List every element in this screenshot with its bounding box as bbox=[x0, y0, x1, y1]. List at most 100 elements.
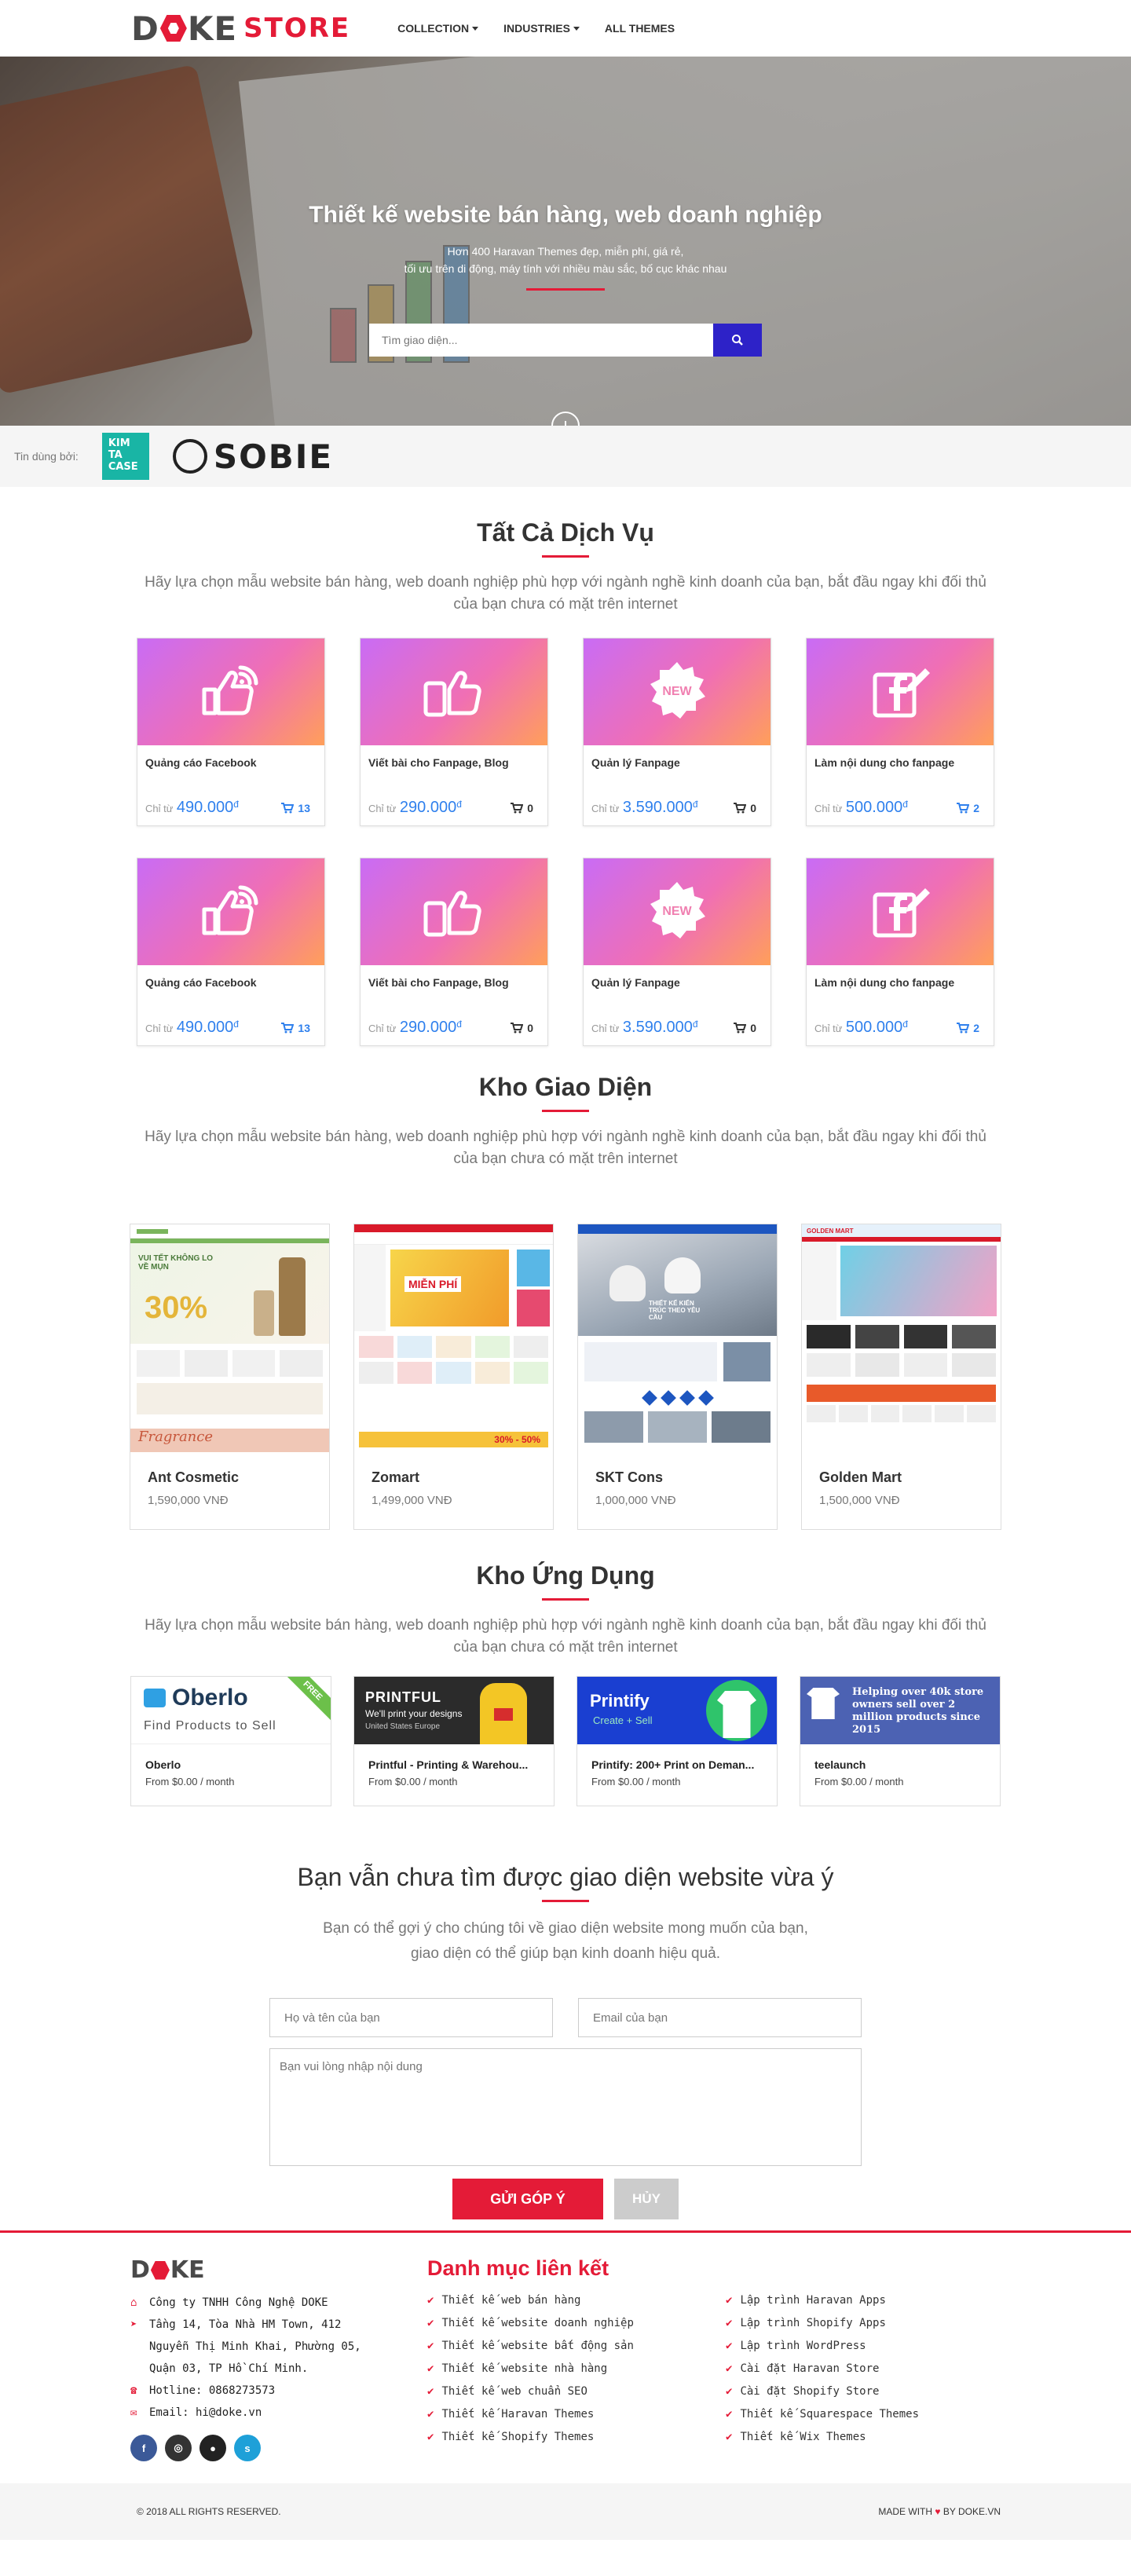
app-price: From $0.00 / month bbox=[368, 1776, 458, 1787]
app-card[interactable]: PRINTFUL We'll print your designs United… bbox=[353, 1676, 555, 1806]
theme-thumbnail: THIẾT KẾ KIẾN TRÚC THEO YÊU CẦU bbox=[578, 1224, 777, 1452]
nav-all-themes[interactable]: ALL THEMES bbox=[605, 22, 675, 35]
cart-count-value: 0 bbox=[527, 1021, 533, 1034]
facebook-icon[interactable]: f bbox=[130, 2435, 157, 2461]
cart-count[interactable]: 0 bbox=[511, 1022, 533, 1034]
cart-icon bbox=[957, 1022, 970, 1033]
service-footer: Chỉ từ 490.000đ 13 bbox=[137, 791, 324, 817]
footer-link[interactable]: ✔ Thiết kế website doanh nghiệp bbox=[427, 2314, 726, 2333]
skype-icon[interactable]: s bbox=[234, 2435, 261, 2461]
app-price: From $0.00 / month bbox=[145, 1776, 235, 1787]
check-icon: ✔ bbox=[726, 2431, 733, 2443]
footer-logo[interactable]: D KE bbox=[130, 2256, 427, 2284]
footer-link[interactable]: ✔ Lập trình Haravan Apps bbox=[726, 2292, 961, 2310]
price-prefix: Chỉ từ bbox=[591, 1023, 620, 1034]
price-prefix: Chỉ từ bbox=[368, 1023, 397, 1034]
footer-link[interactable]: ✔ Thiết kế web chuẩn SEO bbox=[427, 2383, 726, 2401]
service-footer: Chỉ từ 3.590.000đ 0 bbox=[584, 1011, 770, 1037]
email-field[interactable] bbox=[578, 1998, 862, 2037]
cart-count-value: 2 bbox=[973, 801, 979, 814]
services-title: Tất Cả Dịch Vụ bbox=[477, 518, 654, 547]
search-input[interactable] bbox=[369, 324, 713, 357]
service-card[interactable]: Làm nội dung cho fanpage Chỉ từ 500.000đ 2 bbox=[806, 858, 994, 1046]
app-card[interactable]: Oberlo Find Products to Sell FREE Oberlo… bbox=[130, 1676, 331, 1806]
footer-link[interactable]: ✔ Cài đặt Shopify Store bbox=[726, 2383, 961, 2401]
app-banner: Helping over 40k store owners sell over … bbox=[800, 1677, 1000, 1744]
check-icon: ✔ bbox=[427, 2340, 434, 2352]
footer-link-label: Thiết kế Squarespace Themes bbox=[740, 2408, 920, 2420]
footer-link[interactable]: ✔ Thiết kế Haravan Themes bbox=[427, 2406, 726, 2424]
footer-email[interactable]: Email: hi@doke.vn bbox=[149, 2402, 262, 2424]
services-section: Tất Cả Dịch Vụ Hãy lựa chọn mẫu website … bbox=[0, 487, 1131, 1046]
theme-card[interactable]: MIỄN PHÍ 30% - 50% Zomart 1,499,000 VNĐ bbox=[353, 1224, 554, 1530]
footer-link[interactable]: ✔ Thiết kế website nhà hàng bbox=[427, 2360, 726, 2378]
cart-count[interactable]: 2 bbox=[957, 1022, 979, 1034]
submit-feedback-button[interactable]: GỬI GÓP Ý bbox=[452, 2179, 603, 2219]
cart-count[interactable]: 0 bbox=[511, 802, 533, 814]
service-card[interactable]: Viết bài cho Fanpage, Blog Chỉ từ 290.000… bbox=[360, 858, 548, 1046]
theme-card[interactable]: GOLDEN MART Golden Mart 1,500,000 VNĐ bbox=[801, 1224, 1001, 1530]
feedback-divider bbox=[542, 1900, 589, 1902]
footer-hotline[interactable]: Hotline: 0868273573 bbox=[149, 2380, 275, 2402]
service-card[interactable]: Viết bài cho Fanpage, Blog Chỉ từ 290.000… bbox=[360, 638, 548, 826]
footer-link-label: Lập trình WordPress bbox=[740, 2340, 866, 2352]
footer-link[interactable]: ✔ Thiết kế website bất động sản bbox=[427, 2337, 726, 2355]
service-price: Chỉ từ 3.590.000đ bbox=[591, 799, 698, 817]
app-name: Printify: 200+ Print on Deman... bbox=[591, 1758, 755, 1771]
cart-count[interactable]: 0 bbox=[734, 1022, 756, 1034]
search-button[interactable] bbox=[713, 324, 762, 357]
service-card[interactable]: NEW Quản lý Fanpage Chỉ từ 3.590.000đ 0 bbox=[583, 858, 771, 1046]
footer-link[interactable]: ✔ Thiết kế Squarespace Themes bbox=[726, 2406, 961, 2424]
theme-name: Zomart bbox=[372, 1469, 420, 1485]
service-name: Viết bài cho Fanpage, Blog bbox=[368, 976, 509, 989]
hero-banner: Thiết kế website bán hàng, web doanh ngh… bbox=[0, 57, 1131, 426]
cart-count[interactable]: 13 bbox=[281, 1022, 310, 1034]
cart-count[interactable]: 13 bbox=[281, 802, 310, 814]
new-badge-icon: NEW bbox=[646, 879, 708, 946]
service-footer: Chỉ từ 490.000đ 13 bbox=[137, 1011, 324, 1037]
cart-count[interactable]: 2 bbox=[957, 802, 979, 814]
service-card[interactable]: Làm nội dung cho fanpage Chỉ từ 500.000đ 2 bbox=[806, 638, 994, 826]
price-prefix: Chỉ từ bbox=[814, 803, 843, 814]
instagram-icon[interactable]: ◎ bbox=[165, 2435, 192, 2461]
service-card[interactable]: Quảng cáo Facebook Chỉ từ 490.000đ 13 bbox=[137, 638, 325, 826]
home-icon: ⌂ bbox=[130, 2296, 137, 2309]
price-value: 500.000 bbox=[845, 1019, 903, 1036]
nav-collection[interactable]: COLLECTION bbox=[397, 22, 479, 35]
like-wifi-icon bbox=[199, 663, 262, 722]
mail-icon: ✉ bbox=[130, 2406, 137, 2419]
name-field[interactable] bbox=[269, 1998, 553, 2037]
footer-link[interactable]: ✔ Lập trình Shopify Apps bbox=[726, 2314, 961, 2333]
app-card[interactable]: Helping over 40k store owners sell over … bbox=[800, 1676, 1001, 1806]
price-value: 290.000 bbox=[399, 1019, 457, 1036]
footer-link[interactable]: ✔ Thiết kế web bán hàng bbox=[427, 2292, 726, 2310]
copyright-text: © 2018 ALL RIGHTS RESERVED. bbox=[137, 2506, 281, 2517]
service-thumbnail: NEW bbox=[584, 639, 770, 745]
message-field[interactable] bbox=[269, 2048, 862, 2166]
github-icon[interactable]: ● bbox=[199, 2435, 226, 2461]
footer-link[interactable]: ✔ Lập trình WordPress bbox=[726, 2337, 961, 2355]
cancel-button[interactable]: HỦY bbox=[614, 2179, 679, 2219]
service-name: Quảng cáo Facebook bbox=[145, 756, 257, 769]
cart-count[interactable]: 0 bbox=[734, 802, 756, 814]
service-card[interactable]: NEW Quản lý Fanpage Chỉ từ 3.590.000đ 0 bbox=[583, 638, 771, 826]
theme-card[interactable]: THIẾT KẾ KIẾN TRÚC THEO YÊU CẦU SKT Cons… bbox=[577, 1224, 778, 1530]
nav-industries[interactable]: INDUSTRIES bbox=[503, 22, 580, 35]
service-footer: Chỉ từ 3.590.000đ 0 bbox=[584, 791, 770, 817]
footer-links-title: Danh mục liên kết bbox=[427, 2256, 609, 2280]
price-value: 490.000 bbox=[176, 799, 234, 816]
service-price: Chỉ từ 500.000đ bbox=[814, 799, 908, 817]
app-card[interactable]: Printify Create + Sell Printify: 200+ Pr… bbox=[576, 1676, 778, 1806]
service-card[interactable]: Quảng cáo Facebook Chỉ từ 490.000đ 13 bbox=[137, 858, 325, 1046]
footer-link[interactable]: ✔ Cài đặt Haravan Store bbox=[726, 2360, 961, 2378]
footer-link[interactable]: ✔ Thiết kế Wix Themes bbox=[726, 2428, 961, 2446]
check-icon: ✔ bbox=[726, 2340, 733, 2352]
footer-link[interactable]: ✔ Thiết kế Shopify Themes bbox=[427, 2428, 726, 2446]
site-logo[interactable]: D KE STORE bbox=[131, 9, 350, 48]
app-banner: Printify Create + Sell bbox=[577, 1677, 777, 1744]
like-wifi-icon bbox=[199, 883, 262, 942]
service-price: Chỉ từ 500.000đ bbox=[814, 1019, 908, 1037]
app-name: Printful - Printing & Warehou... bbox=[368, 1758, 529, 1771]
theme-card[interactable]: VUI TẾT KHÔNG LO VỀ MỤN 30% Fragrance An… bbox=[130, 1224, 330, 1530]
check-icon: ✔ bbox=[427, 2431, 434, 2443]
